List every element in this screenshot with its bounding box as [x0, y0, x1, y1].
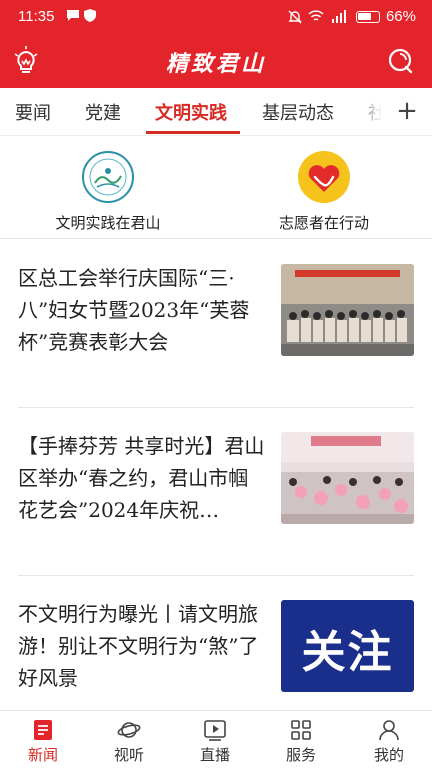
nav-video[interactable]: 视听 [86, 715, 172, 765]
nav-live[interactable]: 直播 [172, 715, 258, 765]
news-thumbnail [281, 264, 414, 356]
news-item[interactable]: 【手捧芬芳 共享时光】君山区举办“春之约，君山市帼花艺会”2024年庆祝… [0, 408, 432, 576]
channel-tabs: 要闻 党建 文明实践 基层动态 社 + [0, 88, 432, 136]
status-time: 11:35 [18, 8, 55, 25]
news-item[interactable]: 区总工会举行庆国际“三·八”妇女节暨2023年“芙蓉杯”竞赛表彰大会 [0, 240, 432, 408]
mute-icon [288, 10, 302, 23]
nav-services[interactable]: 服务 [258, 715, 344, 765]
nav-profile[interactable]: 我的 [346, 715, 432, 765]
add-channel-button[interactable]: + [382, 88, 432, 135]
volunteer-heart-icon [298, 151, 350, 203]
search-icon[interactable] [388, 48, 414, 74]
live-play-icon [204, 720, 226, 741]
shortcut-civilization-practice[interactable]: 文明实践在君山 [8, 146, 208, 236]
tab-dangjian[interactable]: 党建 [85, 99, 121, 125]
nav-label: 新闻 [27, 746, 58, 764]
tab-wenming-shijian[interactable]: 文明实践 [155, 99, 227, 125]
nav-label: 服务 [285, 746, 316, 764]
shortcut-label: 文明实践在君山 [55, 214, 161, 232]
profile-icon [379, 720, 399, 741]
news-title: 区总工会举行庆国际“三·八”妇女节暨2023年“芙蓉杯”竞赛表彰大会 [18, 266, 250, 354]
wifi-icon [308, 10, 324, 21]
battery-icon [355, 10, 380, 23]
grid-services-icon [291, 720, 311, 740]
section-divider [0, 238, 432, 239]
news-thumbnail: 关注 [281, 600, 414, 692]
news-icon [34, 720, 52, 740]
civilization-practice-logo-icon [82, 151, 134, 203]
status-right-icons: 66% [288, 8, 416, 25]
shortcut-label: 志愿者在行动 [278, 214, 369, 232]
nav-label: 直播 [199, 746, 230, 764]
nav-label: 视听 [113, 746, 144, 764]
shortcut-volunteer[interactable]: 志愿者在行动 [224, 146, 424, 236]
battery-level: 66% [385, 8, 416, 25]
nav-label: 我的 [373, 746, 404, 764]
tab-jiceng-dongtai[interactable]: 基层动态 [262, 99, 334, 125]
news-title: 【手捧芬芳 共享时光】君山区举办“春之约，君山市帼花艺会”2024年庆祝… [18, 434, 265, 522]
news-title: 不文明行为曝光丨请文明旅游！别让不文明行为“煞”了好风景 [18, 602, 259, 690]
app-title: 精致君山 [165, 51, 266, 77]
title-bar: 精致君山 [0, 34, 432, 88]
news-thumbnail [281, 432, 414, 524]
shield-icon [84, 9, 96, 22]
tab-yaowen[interactable]: 要闻 [15, 99, 51, 125]
thumbnail-caption: 关注 [301, 627, 394, 678]
status-bar: 11:35 66% [0, 0, 432, 34]
chat-icon [67, 10, 79, 21]
nav-news[interactable]: 新闻 [0, 715, 86, 765]
planet-icon [117, 722, 141, 738]
status-notification-icons [66, 9, 96, 22]
app-header: 11:35 66% 精致君山 [0, 0, 432, 88]
bottom-nav: 新闻 视听 直播 服务 我的 [0, 710, 432, 768]
tabs-fade [352, 88, 382, 135]
signal-icon [331, 10, 346, 23]
active-tab-indicator [146, 131, 240, 134]
